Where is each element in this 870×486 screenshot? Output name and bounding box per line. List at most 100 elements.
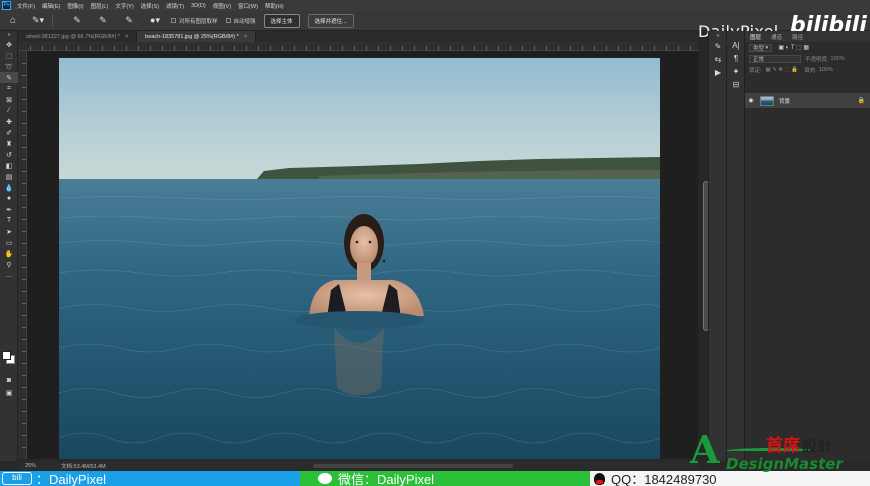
toolbar-collapse-icon[interactable]: »: [0, 31, 18, 39]
marquee-tool-icon[interactable]: ⬚: [0, 50, 18, 61]
quick-selection-tool-preset-icon[interactable]: ✎▾: [30, 15, 46, 27]
eyedropper-tool-icon[interactable]: ⁄: [0, 105, 18, 116]
lock-icons[interactable]: ▦ ✎ ✥ ⬚ 🔒: [766, 67, 799, 73]
wechat-icon: [318, 473, 332, 484]
checkbox-box[interactable]: [225, 18, 231, 23]
hand-tool-icon[interactable]: ✋: [0, 248, 18, 259]
ruler-tick: [210, 46, 211, 50]
ruler-tick: [282, 46, 283, 50]
auto-enhance-checkbox[interactable]: 自动增强: [225, 17, 256, 25]
select-subject-button[interactable]: 选择主体: [263, 13, 300, 28]
ruler-tick: [270, 46, 271, 50]
crop-tool-icon[interactable]: ⌗: [0, 83, 18, 94]
adjustments-panel-icon[interactable]: ⊟: [727, 78, 745, 91]
screen-mode-icon[interactable]: ▣: [0, 387, 18, 398]
history-panel-icon[interactable]: ✎: [709, 40, 727, 53]
pen-tool-icon[interactable]: ✒: [0, 204, 18, 215]
eye-icon[interactable]: ◉: [745, 97, 757, 104]
ruler-tick: [22, 63, 26, 64]
canvas-vertical-scrollbar[interactable]: [698, 51, 709, 459]
menu-image[interactable]: 图像(I): [67, 2, 83, 10]
ruler-tick: [90, 46, 91, 50]
horizontal-scrollbar[interactable]: [313, 464, 513, 468]
layer-kind-select[interactable]: 类型 ▾: [749, 43, 773, 52]
select-and-mask-button[interactable]: 选择并遮住...: [307, 13, 354, 28]
brush-size-icon[interactable]: ●▾: [147, 15, 163, 27]
glyphs-panel-icon[interactable]: ✦: [727, 65, 745, 78]
lock-row: 锁定: ▦ ✎ ✥ ⬚ 🔒 填充: 100%: [745, 64, 870, 75]
clone-stamp-tool-icon[interactable]: ♜: [0, 138, 18, 149]
add-to-selection-icon[interactable]: ✎: [95, 15, 111, 27]
menu-edit[interactable]: 编辑(E): [42, 2, 60, 10]
menu-layer[interactable]: 图层(L): [91, 2, 109, 10]
history-brush-tool-icon[interactable]: ↺: [0, 149, 18, 160]
ruler-tick: [438, 46, 439, 50]
layer-name: 背景: [779, 98, 791, 105]
close-icon[interactable]: ×: [125, 34, 128, 40]
brush-tool-icon[interactable]: ✐: [0, 127, 18, 138]
menu-filter[interactable]: 滤镜(T): [166, 2, 184, 10]
new-selection-icon[interactable]: ✎: [69, 15, 85, 27]
ruler-tick: [42, 46, 43, 50]
menu-file[interactable]: 文件(F): [17, 2, 35, 10]
home-icon[interactable]: ⌂: [6, 14, 20, 28]
character-panel-icon[interactable]: A|: [727, 39, 745, 52]
ruler-tick: [654, 46, 655, 50]
sample-all-layers-checkbox[interactable]: 对所有图层取样: [171, 17, 218, 25]
menu-type[interactable]: 文字(Y): [115, 2, 133, 10]
tab-channels[interactable]: 通道: [766, 33, 787, 41]
menu-3d[interactable]: 3D(D): [191, 3, 206, 9]
opacity-value[interactable]: 100%: [831, 56, 845, 62]
horizontal-ruler[interactable]: [18, 42, 698, 51]
tab-beach[interactable]: beach-1835781.jpg @ 25%(RGB/8#) * ×: [137, 31, 257, 42]
menu-window[interactable]: 窗口(W): [238, 2, 258, 10]
healing-brush-tool-icon[interactable]: ✚: [0, 116, 18, 127]
more-tools-icon[interactable]: …: [0, 270, 18, 281]
blend-mode-select[interactable]: 正常: [749, 54, 801, 63]
quick-mask-icon[interactable]: ◙: [0, 375, 18, 386]
eraser-tool-icon[interactable]: ◧: [0, 160, 18, 171]
ruler-tick: [546, 46, 547, 50]
rectangle-tool-icon[interactable]: ▭: [0, 237, 18, 248]
tab-street[interactable]: street-381227.jpg @ 66.7%(RGB/8#) * ×: [18, 31, 138, 42]
checkbox-box[interactable]: [171, 18, 176, 23]
layer-filter-icons[interactable]: ▣ ◐ T ⬚ ▦: [778, 44, 809, 51]
zoom-tool-icon[interactable]: ⚲: [0, 259, 18, 270]
fill-value[interactable]: 100%: [819, 67, 833, 73]
ruler-tick: [474, 46, 475, 50]
frame-tool-icon[interactable]: ⊠: [0, 94, 18, 105]
path-selection-tool-icon[interactable]: ➤: [0, 226, 18, 237]
tab-layers[interactable]: 图层: [745, 33, 766, 41]
document-image[interactable]: [59, 58, 660, 459]
panel-collapse-icon[interactable]: «: [709, 31, 727, 40]
menu-view[interactable]: 视图(V): [213, 2, 231, 10]
actions-panel-icon[interactable]: ▶: [709, 66, 727, 79]
move-tool-icon[interactable]: ✥: [0, 39, 18, 50]
vertical-ruler[interactable]: [18, 51, 27, 459]
quick-selection-tool-icon[interactable]: ✎: [0, 72, 18, 83]
ruler-tick: [22, 171, 26, 172]
paragraph-panel-icon[interactable]: ¶: [727, 52, 745, 65]
lock-icon: 🔒: [857, 98, 865, 104]
lasso-tool-icon[interactable]: ➰: [0, 61, 18, 72]
blur-tool-icon[interactable]: 💧: [0, 182, 18, 193]
close-icon[interactable]: ×: [244, 34, 247, 40]
ruler-tick: [354, 46, 355, 50]
properties-panel-icon[interactable]: ⇆: [709, 53, 727, 66]
dodge-tool-icon[interactable]: ●: [0, 193, 18, 204]
wechat-handle: 微信：DailyPixel: [338, 472, 435, 486]
menu-select[interactable]: 选择(S): [141, 2, 159, 10]
gradient-tool-icon[interactable]: ▤: [0, 171, 18, 182]
foreground-color-swatch[interactable]: [2, 351, 11, 360]
subtract-from-selection-icon[interactable]: ✎: [121, 15, 137, 27]
ruler-tick: [606, 46, 607, 50]
ruler-tick: [330, 46, 331, 50]
tab-paths[interactable]: 路径: [787, 33, 808, 41]
menu-help[interactable]: 帮助(H): [265, 2, 284, 10]
type-tool-icon[interactable]: T: [0, 215, 18, 226]
ruler-tick: [582, 46, 583, 50]
lock-label: 锁定:: [749, 67, 762, 74]
tab-label: beach-1835781.jpg @ 25%(RGB/8#) *: [145, 33, 239, 40]
layer-row-background[interactable]: ◉ 背景 🔒: [745, 93, 870, 108]
logo-chinese-text: 首席 設計: [766, 431, 832, 456]
